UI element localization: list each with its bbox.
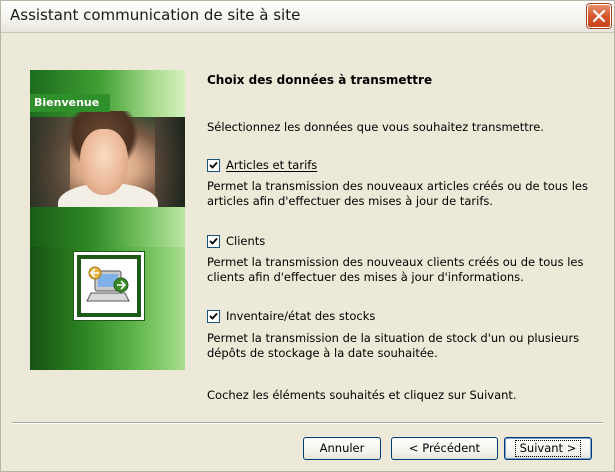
transfer-computer-icon [86, 266, 130, 302]
separator [12, 422, 603, 424]
previous-button[interactable]: < Précédent [391, 437, 498, 460]
clients-checkbox[interactable] [207, 234, 220, 248]
banner-photo [30, 111, 185, 223]
cancel-button-label: Annuler [319, 441, 365, 455]
intro-text: Sélectionnez les données que vous souhai… [207, 120, 544, 134]
next-button[interactable]: Suivant > [504, 437, 592, 460]
banner-middle-band [30, 207, 185, 247]
checkmark-icon [209, 237, 218, 245]
inventory-description: Permet la transmission de la situation d… [207, 331, 580, 360]
wizard-logo [74, 252, 144, 320]
option-articles[interactable]: Articles et tarifs [207, 157, 317, 173]
option-clients[interactable]: Clients [207, 233, 265, 249]
welcome-banner: Bienvenue [30, 70, 185, 370]
clients-description: Permet la transmission des nouveaux clie… [207, 255, 584, 284]
checkmark-icon [209, 312, 218, 320]
banner-label: Bienvenue [30, 94, 110, 112]
title-bar[interactable]: Assistant communication de site à site [1, 1, 614, 33]
close-icon [592, 9, 606, 23]
page-heading: Choix des données à transmettre [207, 73, 433, 87]
clients-label[interactable]: Clients [226, 234, 265, 248]
previous-button-label: < Précédent [408, 441, 481, 455]
checkmark-icon [209, 161, 218, 169]
window-title: Assistant communication de site à site [10, 6, 301, 24]
cancel-button[interactable]: Annuler [303, 437, 381, 460]
footer-instruction: Cochez les éléments souhaités et cliquez… [207, 388, 517, 402]
wizard-content: Bienvenue Choix des données à transmettr… [2, 33, 613, 471]
option-inventory[interactable]: Inventaire/état des stocks [207, 308, 375, 324]
inventory-label[interactable]: Inventaire/état des stocks [226, 309, 375, 323]
articles-description: Permet la transmission des nouveaux arti… [207, 179, 588, 208]
articles-checkbox[interactable] [207, 158, 220, 172]
wizard-window: Assistant communication de site à site B… [0, 0, 615, 472]
articles-label[interactable]: Articles et tarifs [226, 158, 317, 172]
next-button-label: Suivant > [519, 441, 577, 455]
close-button[interactable] [587, 4, 611, 28]
inventory-checkbox[interactable] [207, 309, 220, 323]
